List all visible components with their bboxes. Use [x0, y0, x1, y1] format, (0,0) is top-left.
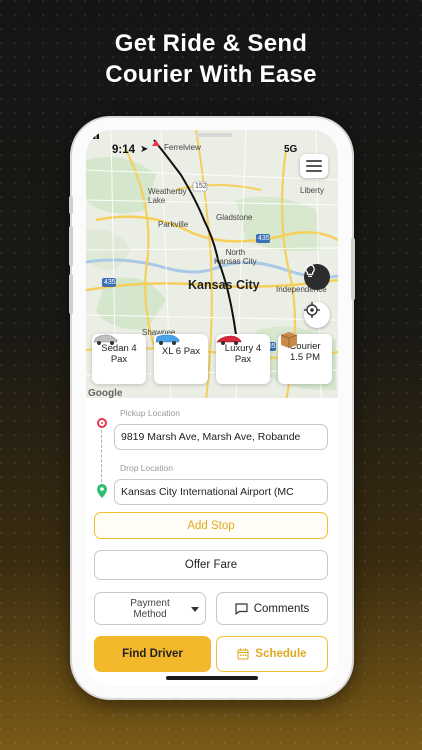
phone-side-button [69, 196, 73, 214]
map-label-gladstone: Gladstone [216, 213, 253, 222]
payment-label-line-1: Payment [130, 597, 170, 609]
promo-headline: Get Ride & Send Courier With Ease [0, 28, 422, 90]
vehicle-label-sedan: Sedan 4 Pax [101, 343, 137, 365]
lightbulb-icon [305, 264, 315, 277]
current-location-button[interactable] [304, 302, 330, 328]
status-time: 9:14 [112, 144, 136, 156]
network-indicator: 5G [284, 144, 298, 155]
xl-car-icon [155, 334, 180, 345]
comments-button[interactable]: Comments [216, 592, 328, 625]
comment-icon [235, 602, 248, 615]
phone-speaker [196, 133, 232, 137]
home-indicator[interactable] [166, 676, 258, 680]
phone-volume-up [69, 226, 73, 266]
location-arrow-icon: ➤ [140, 144, 149, 155]
vehicle-label-luxury: Luxury 4 Pax [224, 343, 262, 365]
drop-label: Drop Location [120, 463, 173, 473]
map-label-parkville: Parkville [158, 220, 189, 229]
calendar-icon [237, 648, 249, 660]
route-connector [101, 430, 102, 482]
map-label-weatherby-lake: Weatherby Lake [148, 187, 187, 205]
schedule-button[interactable]: Schedule [216, 636, 328, 672]
pickup-label: Pickup Location [120, 408, 181, 418]
payment-method-select[interactable]: Payment Method [94, 592, 206, 625]
headline-line-2: Courier With Ease [105, 61, 317, 88]
map-label-liberty: Liberty [300, 186, 325, 195]
vehicle-label-xl: XL 6 Pax [161, 346, 201, 357]
comments-label: Comments [253, 602, 310, 615]
pickup-location-field[interactable]: 9819 Marsh Ave, Marsh Ave, Robande [114, 424, 328, 450]
crosshair-icon [304, 302, 320, 318]
phone-power-button [351, 238, 355, 300]
signal-icon [86, 130, 99, 139]
vehicle-card-xl[interactable]: XL 6 Pax [154, 334, 208, 384]
vehicle-card-luxury[interactable]: Luxury 4 Pax [216, 334, 270, 384]
map-label-north-kansas-city: North Kansas City [214, 248, 257, 266]
menu-icon [306, 160, 322, 162]
find-driver-button[interactable]: Find Driver [94, 636, 211, 672]
offer-fare-button[interactable]: Offer Fare [94, 550, 328, 580]
menu-button[interactable] [300, 154, 328, 178]
sedan-car-icon [93, 334, 118, 345]
vehicle-options: Sedan 4 Pax XL 6 Pax Luxury 4 Pax Courie… [92, 332, 338, 384]
map-label-route-435: 435 [258, 235, 270, 242]
headline-line-1: Get Ride & Send [114, 30, 308, 57]
luxury-car-icon [216, 335, 242, 345]
drop-location-field[interactable]: Kansas City International Airport (MC [114, 479, 328, 505]
map-label-route-435-west: 435 [104, 279, 116, 286]
add-stop-button[interactable]: Add Stop [94, 512, 328, 539]
map-label-kansas-city: Kansas City [188, 278, 260, 292]
map-view[interactable]: Ferrelview 152 Weatherby Lake Parkville … [86, 130, 338, 400]
vehicle-card-sedan[interactable]: Sedan 4 Pax [92, 334, 146, 384]
vehicle-card-courier[interactable]: Courier 1.5 PM [278, 332, 332, 384]
lightbulb-button[interactable] [304, 264, 330, 290]
dropdown-caret-icon [191, 607, 199, 612]
payment-label-line-2: Method [133, 608, 167, 620]
phone-volume-down [69, 274, 73, 314]
pickup-marker-icon [97, 418, 107, 428]
courier-box-icon [280, 332, 298, 348]
schedule-label: Schedule [255, 648, 307, 660]
app-screen: Ferrelview 152 Weatherby Lake Parkville … [86, 130, 338, 686]
map-label-route-152: 152 [195, 183, 207, 190]
drop-pin-icon [97, 484, 107, 498]
